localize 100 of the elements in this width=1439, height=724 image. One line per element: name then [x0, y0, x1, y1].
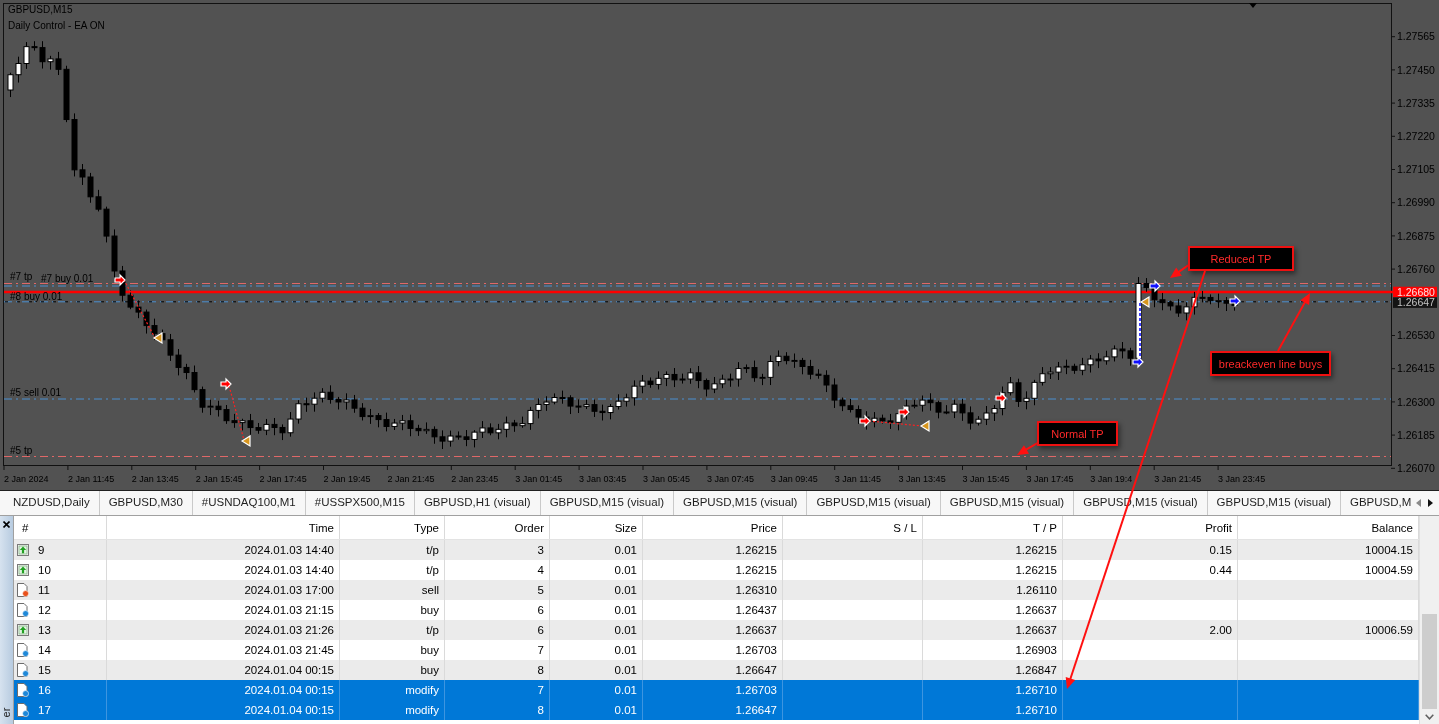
- table-cell: 0.15: [1063, 540, 1238, 560]
- row-number: 9: [38, 544, 45, 556]
- up-arrow-icon: [17, 544, 29, 556]
- time-axis-label: 2 Jan 11:45: [67, 474, 115, 484]
- price-axis-label: 1.26415: [1397, 362, 1435, 375]
- row-number: 14: [38, 644, 51, 656]
- document-icon: [17, 703, 29, 717]
- document-icon: [17, 663, 29, 677]
- column-header[interactable]: S / L: [783, 516, 923, 539]
- table-cell: 0.01: [550, 540, 643, 560]
- panel-side-label[interactable]: er: [1, 707, 12, 718]
- time-axis-label: 3 Jan 11:45: [834, 474, 882, 484]
- time-axis-label: 3 Jan 09:45: [770, 474, 818, 484]
- table-cell: 1.26647: [643, 700, 783, 720]
- up-arrow-icon: [17, 564, 29, 576]
- trade-line: [228, 385, 245, 441]
- column-header[interactable]: Size: [550, 516, 643, 539]
- table-cell: 3: [445, 540, 550, 560]
- table-row[interactable]: 15 2024.01.04 00:15 buy 8 0.01 1.26647 1.26847: [14, 660, 1419, 680]
- row-number: 17: [38, 704, 51, 716]
- close-icon[interactable]: [3, 521, 10, 528]
- row-number: 15: [38, 664, 51, 676]
- up-arrow-icon: [17, 624, 29, 636]
- column-header[interactable]: Price: [643, 516, 783, 539]
- scrollbar[interactable]: [1419, 516, 1439, 724]
- right-arrow-icon: [898, 405, 910, 419]
- table-cell: 2024.01.03 21:26: [107, 620, 340, 640]
- time-axis-label: 2 Jan 17:45: [259, 474, 307, 484]
- table-cell: 2024.01.04 00:15: [107, 700, 340, 720]
- column-header[interactable]: #: [14, 516, 107, 539]
- column-header[interactable]: Order: [445, 516, 550, 539]
- scroll-down-icon[interactable]: [1425, 714, 1434, 720]
- table-row[interactable]: 9 2024.01.03 14:40 t/p 3 0.01 1.26215 1.26215 0.15 10004.15: [14, 540, 1419, 560]
- table-cell: 1.26637: [923, 620, 1063, 640]
- column-header[interactable]: T / P: [923, 516, 1063, 539]
- right-arrow-icon: [995, 391, 1007, 405]
- order-label: #7 buy 0.01: [41, 273, 94, 284]
- scroll-right-icon[interactable]: [1428, 499, 1433, 507]
- row-number: 12: [38, 604, 51, 616]
- table-cell: 1.26637: [643, 620, 783, 640]
- column-header[interactable]: Type: [340, 516, 445, 539]
- table-row[interactable]: 13 2024.01.03 21:26 t/p 6 0.01 1.26637 1.26637 2.00 10006.59: [14, 620, 1419, 640]
- right-arrow-icon: [220, 377, 232, 391]
- left-triangle-icon: [1139, 295, 1150, 309]
- price-axis-label: 1.27450: [1397, 63, 1435, 76]
- table-cell: 1.26215: [923, 540, 1063, 560]
- trade-line: [1139, 302, 1141, 361]
- time-axis-label: 3 Jan 21:45: [1154, 474, 1202, 484]
- table-cell: 2024.01.03 17:00: [107, 580, 340, 600]
- left-triangle-icon: [240, 434, 251, 448]
- time-axis-label: 2 Jan 15:45: [195, 474, 243, 484]
- table-cell: 2024.01.03 14:40: [107, 540, 340, 560]
- time-axis-label: 3 Jan 15:45: [962, 474, 1010, 484]
- time-axis-label: 3 Jan 19:4: [1090, 474, 1133, 484]
- callout: Reduced TP: [1188, 246, 1294, 271]
- table-row[interactable]: 16 2024.01.04 00:15 modify 7 0.01 1.26703 1.26710: [14, 680, 1419, 700]
- price-tag: 1.26647: [1393, 296, 1437, 309]
- table-cell: 1.26310: [643, 580, 783, 600]
- document-icon: [17, 583, 29, 597]
- price-axis-label: 1.26530: [1397, 329, 1435, 342]
- chart-tab[interactable]: GBPUSD,M: [1341, 491, 1412, 515]
- order-label: #5 sell 0.01: [10, 387, 62, 398]
- table-cell: 0.01: [550, 700, 643, 720]
- right-arrow-icon: [114, 273, 126, 287]
- price-axis-label: 1.26760: [1397, 262, 1435, 275]
- table-cell: 1.26215: [643, 540, 783, 560]
- time-axis-label: 3 Jan 01:45: [515, 474, 563, 484]
- table-row[interactable]: 17 2024.01.04 00:15 modify 8 0.01 1.26647 1.26710: [14, 700, 1419, 720]
- time-axis-label: 2 Jan 23:45: [451, 474, 499, 484]
- row-number: 13: [38, 624, 51, 636]
- table-cell: 0.01: [550, 580, 643, 600]
- order-label: #8 buy 0.01: [10, 291, 63, 302]
- table-cell: 2.00: [1063, 620, 1238, 640]
- left-triangle-icon: [152, 331, 163, 345]
- time-axis-label: 2 Jan 19:45: [323, 474, 371, 484]
- scroll-left-icon[interactable]: [1416, 499, 1421, 507]
- right-arrow-icon: [1149, 279, 1161, 293]
- time-axis-label: 3 Jan 05:45: [643, 474, 691, 484]
- table-row[interactable]: 11 2024.01.03 17:00 sell 5 0.01 1.26310 1.26110: [14, 580, 1419, 600]
- document-icon: [17, 683, 29, 697]
- price-axis-label: 1.26185: [1397, 428, 1435, 441]
- table-cell: modify: [340, 700, 445, 720]
- scrollbar-thumb[interactable]: [1422, 614, 1437, 709]
- document-icon: [17, 643, 29, 657]
- table-cell: 5: [445, 580, 550, 600]
- column-header[interactable]: Time: [107, 516, 340, 539]
- price-axis-label: 1.26300: [1397, 395, 1435, 408]
- table-cell: t/p: [340, 620, 445, 640]
- column-header[interactable]: Profit: [1063, 516, 1238, 539]
- time-axis-label: 3 Jan 03:45: [579, 474, 627, 484]
- down-triangle-icon: [1249, 3, 1257, 8]
- table-cell: t/p: [340, 540, 445, 560]
- document-icon: [17, 603, 29, 617]
- trade-line: [123, 279, 156, 339]
- order-label: #7 tp: [10, 271, 33, 282]
- price-axis-label: 1.27105: [1397, 163, 1435, 176]
- callout: Normal TP: [1037, 421, 1118, 446]
- row-number: 10: [38, 564, 51, 576]
- time-axis-label: 2 Jan 21:45: [387, 474, 435, 484]
- time-axis-label: 3 Jan 17:45: [1026, 474, 1074, 484]
